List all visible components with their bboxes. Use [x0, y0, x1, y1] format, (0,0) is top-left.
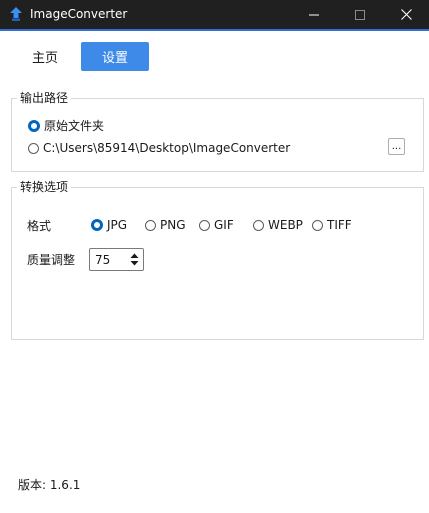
radio-format-jpg[interactable]: JPG — [91, 218, 127, 232]
radio-original-folder-label: 原始文件夹 — [44, 119, 105, 133]
format-jpg-label: JPG — [107, 218, 128, 232]
radio-custom-path[interactable]: C:\Users\85914\Desktop\ImageConverter — [28, 141, 290, 155]
tab-home[interactable]: 主页 — [20, 42, 70, 70]
radio-custom-path-label: C:\Users\85914\Desktop\ImageConverter — [43, 141, 291, 155]
format-label: 格式 — [27, 219, 52, 233]
title-bar-accent — [0, 29, 429, 31]
format-tiff-label: TIFF — [327, 218, 352, 232]
spin-arrows-icon[interactable] — [128, 251, 141, 268]
radio-format-webp[interactable]: WEBP — [253, 218, 303, 232]
radio-unchecked-icon — [28, 142, 39, 154]
maximize-icon — [355, 9, 365, 20]
radio-checked-icon — [28, 119, 40, 132]
convert-options-title: 转换选项 — [17, 180, 72, 194]
output-path-title: 输出路径 — [17, 91, 72, 105]
radio-original-folder[interactable]: 原始文件夹 — [28, 117, 104, 134]
radio-unchecked-icon — [145, 219, 156, 231]
title-bar: ImageConverter — [0, 0, 429, 29]
quality-value: 75 — [95, 253, 111, 267]
close-button[interactable] — [383, 0, 429, 29]
output-path-group: 输出路径 — [11, 91, 424, 172]
window-title: ImageConverter — [30, 7, 128, 21]
minimize-button[interactable] — [291, 0, 337, 29]
format-webp-label: WEBP — [268, 218, 303, 232]
tab-settings[interactable]: 设置 — [81, 42, 149, 71]
radio-format-gif[interactable]: GIF — [199, 218, 234, 232]
app-icon — [8, 6, 24, 22]
radio-unchecked-icon — [312, 219, 323, 231]
radio-unchecked-icon — [199, 219, 210, 231]
radio-format-png[interactable]: PNG — [145, 218, 186, 232]
quality-label: 质量调整 — [27, 253, 76, 267]
radio-unchecked-icon — [253, 219, 264, 231]
version-text: 版本: 1.6.1 — [18, 478, 81, 492]
close-icon — [400, 9, 412, 20]
radio-checked-icon — [91, 219, 103, 231]
format-png-label: PNG — [160, 218, 186, 232]
browse-button[interactable]: ... — [388, 138, 405, 155]
radio-format-tiff[interactable]: TIFF — [312, 218, 352, 232]
format-gif-label: GIF — [214, 218, 234, 232]
minimize-icon — [309, 14, 319, 15]
quality-spinbox[interactable]: 75 — [89, 248, 144, 271]
maximize-button[interactable] — [337, 0, 383, 29]
